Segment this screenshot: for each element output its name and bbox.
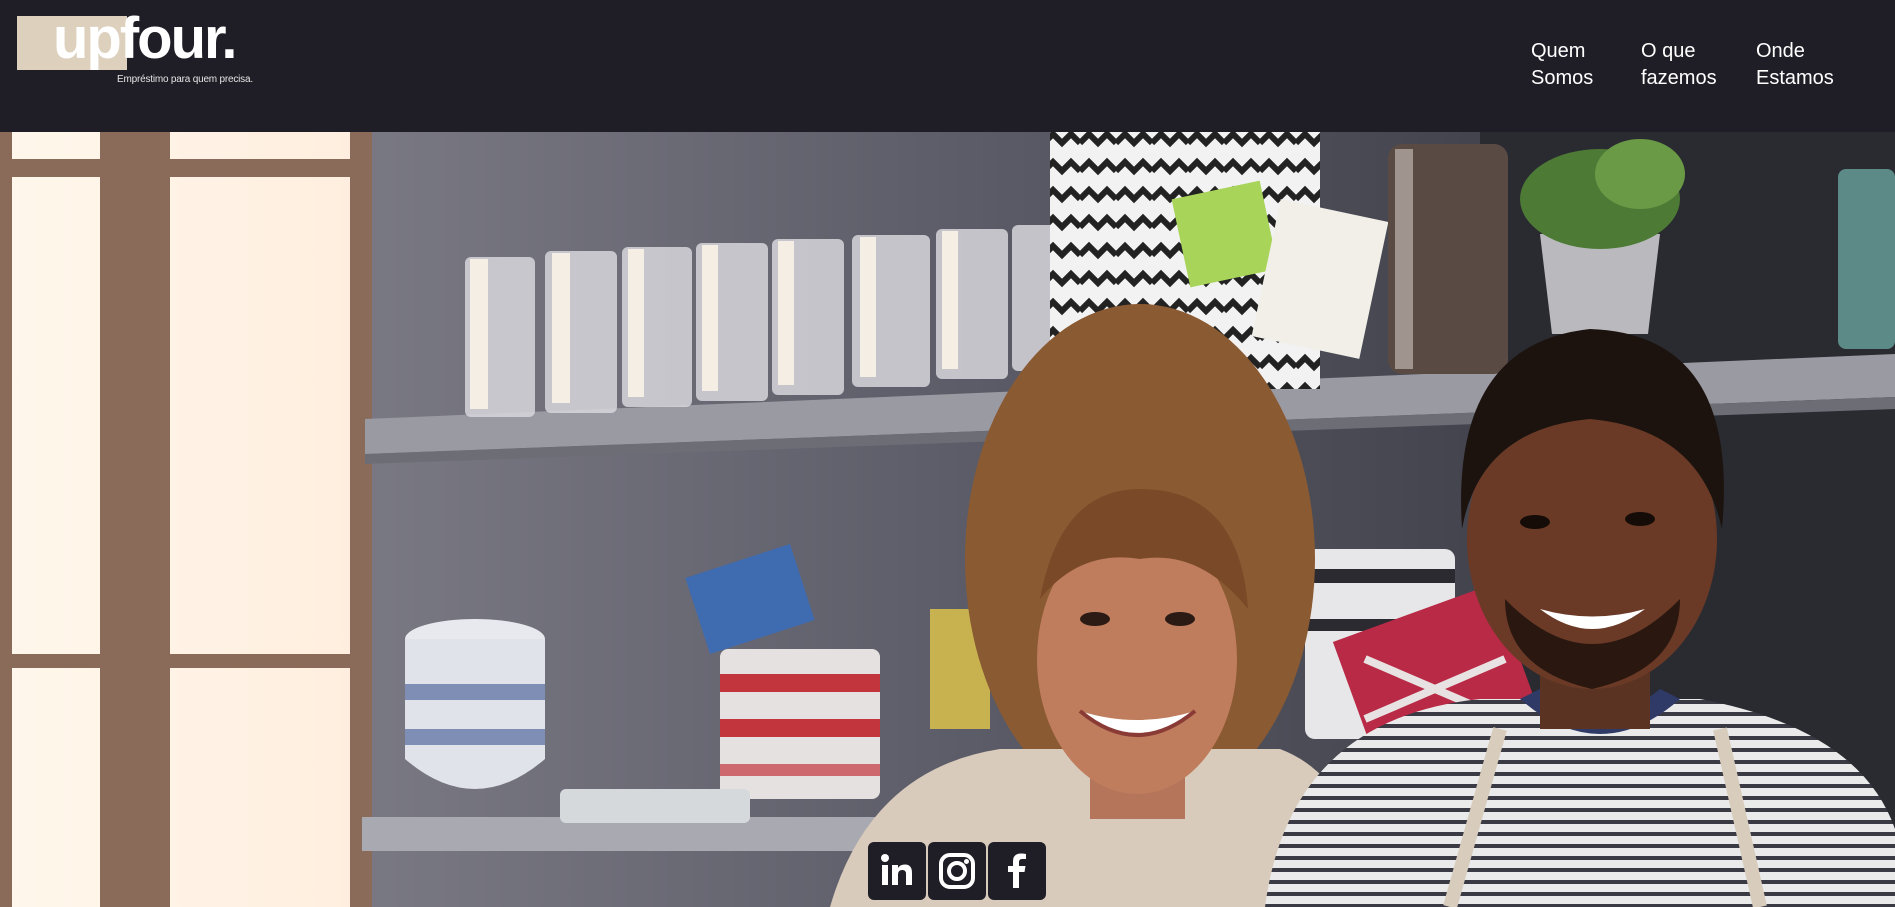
nav-link-onde-estamos[interactable]: Onde Estamos (1756, 38, 1834, 92)
instagram-icon (939, 853, 975, 889)
linkedin-icon (881, 854, 912, 885)
hero-banner (0, 129, 1895, 907)
top-navbar: upfour. Empréstimo para quem precisa. Qu… (0, 0, 1895, 129)
linkedin-button[interactable] (868, 842, 926, 900)
logo-tagline: Empréstimo para quem precisa. (117, 74, 253, 85)
instagram-button[interactable] (928, 842, 986, 900)
nav-link-quem-somos[interactable]: Quem Somos (1531, 38, 1601, 92)
social-links (868, 842, 1046, 900)
nav-link-line: Estamos (1756, 67, 1834, 89)
nav-link-line: Somos (1531, 67, 1594, 89)
nav-link-o-que-fazemos[interactable]: O que fazemos (1641, 38, 1717, 92)
facebook-button[interactable] (988, 842, 1046, 900)
nav-link-line: O que (1641, 40, 1696, 62)
nav-link-line: fazemos (1641, 67, 1717, 89)
hero-photo (0, 129, 1895, 907)
nav-link-line: Onde (1756, 40, 1805, 62)
nav-link-line: Quem (1531, 40, 1586, 62)
main-navigation: Quem Somos O que fazemos Onde Estamos (1531, 38, 1834, 92)
upfour-logo[interactable]: upfour. Empréstimo para quem precisa. (17, 10, 257, 91)
facebook-icon (1008, 853, 1026, 888)
logo-wordmark: upfour. (53, 6, 238, 71)
